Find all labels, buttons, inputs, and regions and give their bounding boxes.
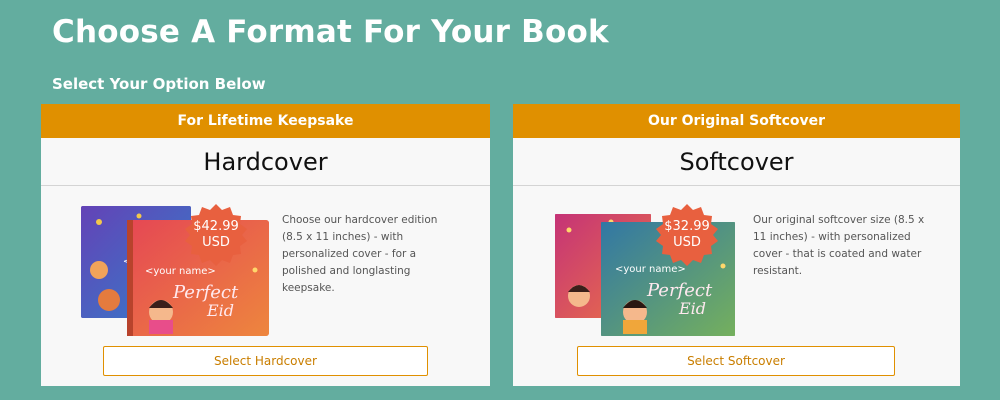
svg-text:<your name>: <your name> bbox=[145, 266, 216, 277]
svg-text:Perfect: Perfect bbox=[646, 280, 713, 301]
hardcover-price: $42.99 bbox=[193, 219, 239, 234]
svg-text:Perfect: Perfect bbox=[172, 282, 239, 303]
softcover-book-image: <your name> Perfect Eid bbox=[555, 214, 735, 336]
softcover-price: $32.99 bbox=[664, 219, 710, 234]
softcover-banner: Our Original Softcover bbox=[513, 104, 960, 138]
hardcover-title: Hardcover bbox=[41, 138, 490, 186]
softcover-body: <your name> Perfect Eid $32.99 USD Our o… bbox=[513, 186, 960, 346]
svg-text:Eid: Eid bbox=[206, 301, 234, 320]
select-softcover-button[interactable]: Select Softcover bbox=[577, 346, 895, 376]
select-hardcover-button[interactable]: Select Hardcover bbox=[103, 346, 428, 376]
svg-text:Eid: Eid bbox=[678, 299, 706, 318]
softcover-title: Softcover bbox=[513, 138, 960, 186]
page-subtitle: Select Your Option Below bbox=[52, 75, 266, 93]
hardcover-currency: USD bbox=[202, 235, 230, 250]
softcover-currency: USD bbox=[673, 235, 701, 250]
softcover-description: Our original softcover size (8.5 x 11 in… bbox=[753, 214, 925, 277]
hardcover-option-card: For Lifetime Keepsake Hardcover <yo <you… bbox=[41, 104, 490, 386]
hardcover-banner: For Lifetime Keepsake bbox=[41, 104, 490, 138]
hardcover-description: Choose our hardcover edition (8.5 x 11 i… bbox=[282, 214, 438, 294]
hardcover-body: <yo <your name> Perfect Eid bbox=[41, 186, 490, 346]
softcover-price-badge: $32.99 USD bbox=[656, 204, 718, 266]
softcover-option-card: Our Original Softcover Softcover <your n… bbox=[513, 104, 960, 386]
hardcover-price-badge: $42.99 USD bbox=[185, 204, 247, 266]
page-title: Choose A Format For Your Book bbox=[52, 14, 609, 50]
hardcover-book-image: <yo <your name> Perfect Eid bbox=[81, 206, 269, 336]
